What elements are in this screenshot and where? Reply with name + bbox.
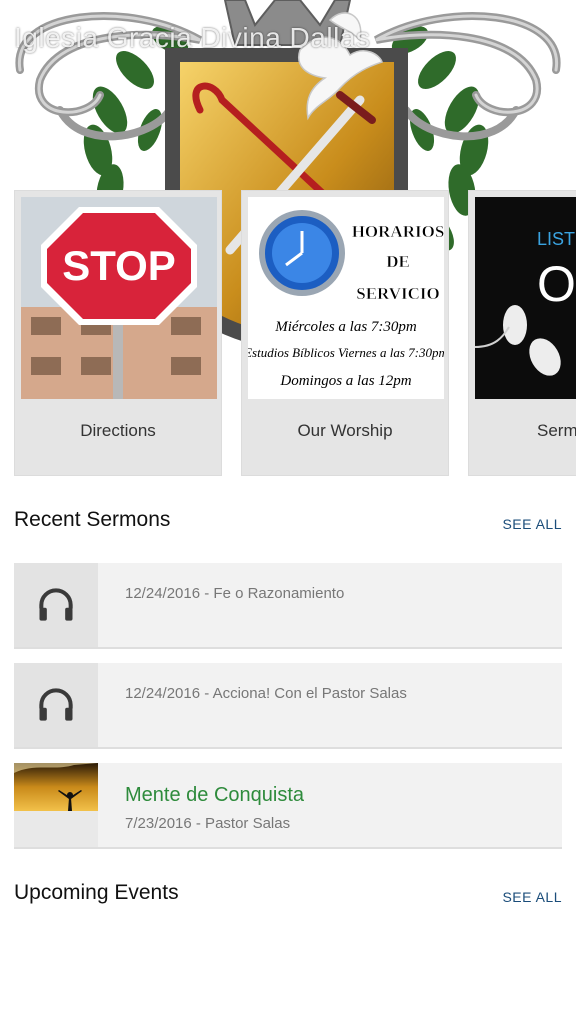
listen-text: LISTEN (537, 229, 576, 249)
recent-sermons-title: Recent Sermons (14, 508, 171, 531)
directions-label: Directions (80, 421, 156, 440)
sermons-label: Serm (537, 421, 576, 440)
sermons-image: LISTEN ON (475, 197, 576, 399)
worship-schedule-image: HORARIOS DE SERVICIO Miércoles a las 7:3… (248, 197, 444, 399)
sermon-meta: 7/23/2016 - Pastor Salas (125, 815, 291, 832)
app-title: Iglesia Gracia Divina Dallas (14, 22, 371, 53)
sermon-row[interactable]: 12/24/2016 - Acciona! Con el Pastor Sala… (14, 663, 562, 749)
sermon-row-featured[interactable]: Mente de Conquista 7/23/2016 - Pastor Sa… (14, 763, 562, 849)
sunset-thumbnail-icon (14, 763, 98, 811)
schedule-line-1: Miércoles a las 7:30pm (274, 319, 417, 335)
schedule-heading-3: SERVICIO (356, 284, 439, 303)
schedule-heading-2: DE (386, 252, 410, 271)
sermon-title: Mente de Conquista (125, 784, 305, 806)
our-worship-card[interactable]: HORARIOS DE SERVICIO Miércoles a las 7:3… (241, 190, 449, 476)
our-worship-label: Our Worship (297, 421, 393, 440)
feature-carousel[interactable]: STOP Directions HORARIOS DE SERVICIO Mié… (14, 190, 576, 476)
directions-card[interactable]: STOP Directions (14, 190, 222, 476)
on-text: ON (537, 256, 576, 312)
sermon-thumbnail (14, 563, 98, 647)
schedule-line-2: Estudios Bíblicos Viernes a las 7:30pm (248, 345, 444, 360)
recent-sermons-see-all-link[interactable]: SEE ALL (502, 516, 562, 532)
sermon-meta: 12/24/2016 - Acciona! Con el Pastor Sala… (125, 685, 407, 702)
sermon-meta: 12/24/2016 - Fe o Razonamiento (125, 585, 345, 602)
stop-sign-text: STOP (62, 242, 176, 289)
schedule-line-3: Domingos a las 12pm (279, 373, 411, 389)
sermon-thumbnail (14, 763, 98, 847)
upcoming-events-see-all-link[interactable]: SEE ALL (502, 889, 562, 905)
sermon-thumbnail (14, 663, 98, 747)
directions-image: STOP (21, 197, 217, 399)
upcoming-events-title: Upcoming Events (14, 881, 179, 904)
sermon-row[interactable]: 12/24/2016 - Fe o Razonamiento (14, 563, 562, 649)
schedule-heading-1: HORARIOS (352, 222, 444, 241)
headphones-icon (39, 588, 73, 621)
sermons-card[interactable]: LISTEN ON Serm (468, 190, 576, 476)
headphones-icon (39, 688, 73, 721)
